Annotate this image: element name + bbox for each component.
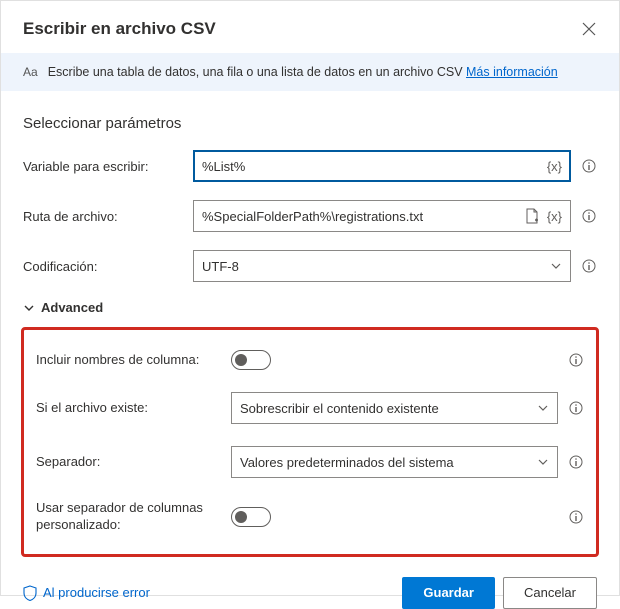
variable-value: %List%	[202, 159, 547, 174]
advanced-panel: Incluir nombres de columna: Si el archiv…	[21, 327, 599, 557]
variable-picker-icon[interactable]: {x}	[547, 159, 562, 174]
encoding-label: Codificación:	[23, 259, 193, 274]
row-path: Ruta de archivo: %SpecialFolderPath%\reg…	[23, 200, 597, 232]
row-include-columns: Incluir nombres de columna:	[36, 350, 584, 370]
variable-input[interactable]: %List% {x}	[193, 150, 571, 182]
advanced-toggle[interactable]: Advanced	[23, 300, 597, 315]
chevron-down-icon	[537, 402, 549, 414]
info-icon	[582, 159, 596, 173]
row-separator: Separador: Valores predeterminados del s…	[36, 446, 584, 478]
row-variable: Variable para escribir: %List% {x}	[23, 150, 597, 182]
info-icon	[582, 209, 596, 223]
dialog-footer: Al producirse error Guardar Cancelar	[1, 557, 619, 609]
path-help-button[interactable]	[581, 208, 597, 224]
info-banner: Aa Escribe una tabla de datos, una fila …	[1, 53, 619, 91]
advanced-label: Advanced	[41, 300, 103, 315]
row-encoding: Codificación: UTF-8	[23, 250, 597, 282]
custom-separator-label: Usar separador de columnas personalizado…	[36, 500, 231, 534]
on-error-link[interactable]: Al producirse error	[23, 585, 150, 601]
dialog-title: Escribir en archivo CSV	[23, 19, 216, 39]
section-title: Seleccionar parámetros	[23, 115, 597, 132]
separator-help-button[interactable]	[568, 454, 584, 470]
include-columns-help-button[interactable]	[568, 352, 584, 368]
path-label: Ruta de archivo:	[23, 209, 193, 224]
path-value: %SpecialFolderPath%\registrations.txt	[202, 209, 525, 224]
if-exists-value: Sobrescribir el contenido existente	[240, 401, 537, 416]
info-icon	[569, 455, 583, 469]
custom-separator-toggle[interactable]	[231, 507, 271, 527]
banner-text: Escribe una tabla de datos, una fila o u…	[48, 65, 558, 79]
encoding-value: UTF-8	[202, 259, 550, 274]
close-icon	[582, 22, 596, 36]
dialog: Escribir en archivo CSV Aa Escribe una t…	[1, 1, 619, 609]
variable-label: Variable para escribir:	[23, 159, 193, 174]
if-exists-select[interactable]: Sobrescribir el contenido existente	[231, 392, 558, 424]
include-columns-toggle[interactable]	[231, 350, 271, 370]
banner-description: Escribe una tabla de datos, una fila o u…	[48, 65, 466, 79]
custom-separator-help-button[interactable]	[568, 509, 584, 525]
variable-help-button[interactable]	[581, 158, 597, 174]
separator-select[interactable]: Valores predeterminados del sistema	[231, 446, 558, 478]
dialog-header: Escribir en archivo CSV	[1, 1, 619, 53]
encoding-help-button[interactable]	[581, 258, 597, 274]
info-icon	[582, 259, 596, 273]
text-format-icon: Aa	[23, 65, 38, 79]
row-if-exists: Si el archivo existe: Sobrescribir el co…	[36, 392, 584, 424]
separator-value: Valores predeterminados del sistema	[240, 455, 537, 470]
dialog-body: Seleccionar parámetros Variable para esc…	[1, 91, 619, 557]
shield-icon	[23, 585, 37, 601]
include-columns-label: Incluir nombres de columna:	[36, 352, 231, 369]
info-icon	[569, 401, 583, 415]
separator-label: Separador:	[36, 454, 231, 471]
chevron-down-icon	[537, 456, 549, 468]
variable-picker-icon[interactable]: {x}	[547, 209, 562, 224]
more-info-link[interactable]: Más información	[466, 65, 558, 79]
if-exists-help-button[interactable]	[568, 400, 584, 416]
if-exists-label: Si el archivo existe:	[36, 400, 231, 417]
row-custom-separator: Usar separador de columnas personalizado…	[36, 500, 584, 534]
close-button[interactable]	[581, 21, 597, 37]
chevron-down-icon	[23, 302, 35, 314]
path-input[interactable]: %SpecialFolderPath%\registrations.txt {x…	[193, 200, 571, 232]
file-picker-icon[interactable]	[525, 208, 539, 224]
on-error-label: Al producirse error	[43, 585, 150, 600]
info-icon	[569, 510, 583, 524]
info-icon	[569, 353, 583, 367]
save-button[interactable]: Guardar	[402, 577, 495, 609]
encoding-select[interactable]: UTF-8	[193, 250, 571, 282]
cancel-button[interactable]: Cancelar	[503, 577, 597, 609]
chevron-down-icon	[550, 260, 562, 272]
